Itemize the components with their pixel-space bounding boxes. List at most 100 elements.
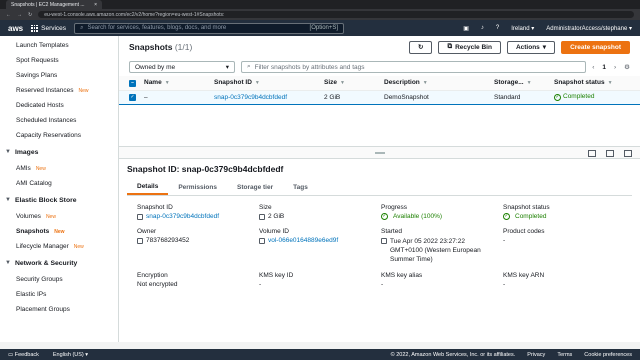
split-side-icon[interactable] (606, 149, 614, 157)
prev-page-icon[interactable]: ‹ (592, 64, 594, 71)
caret-down-icon: ▼ (5, 260, 11, 266)
sidebar-item-reserved-instances[interactable]: Reserved Instances New (0, 83, 118, 98)
create-snapshot-button[interactable]: Create snapshot (561, 40, 630, 54)
sidebar-item-dedicated-hosts[interactable]: Dedicated Hosts (0, 98, 118, 113)
copy-icon[interactable] (259, 214, 265, 220)
table-row[interactable]: ✓ – snap-0c379c9b4dcbfdedf 2 GiB DemoSna… (119, 89, 640, 105)
column-header[interactable]: Snapshot ID ▼ (210, 76, 320, 91)
new-badge: New (78, 87, 89, 94)
caret-down-icon: ▼ (5, 197, 11, 203)
field-size: Size 2 GiB (259, 204, 285, 220)
page-title: Snapshots (1/1) (129, 42, 193, 52)
split-panel-handle[interactable] (119, 147, 640, 159)
column-header[interactable]: Storage... ▼ (490, 76, 550, 91)
sidebar-item-scheduled-instances[interactable]: Scheduled Instances (0, 113, 118, 128)
field-snapshot-id: Snapshot ID snap-0c379c9b4dcbfdedf (137, 204, 220, 220)
sidebar-item-label: Savings Plans (16, 72, 58, 79)
caret-down-icon: ▼ (5, 149, 11, 155)
sidebar-item-security-groups[interactable]: Security Groups (0, 272, 118, 287)
copy-icon[interactable] (381, 238, 387, 244)
account-menu[interactable]: AdministratorAccess/stephane ▾ (546, 25, 632, 32)
sidebar-section-network[interactable]: ▼ Network & Security (0, 254, 118, 272)
sidebar-item-amis[interactable]: AMIs New (0, 161, 118, 176)
sidebar-item-label: Dedicated Hosts (16, 102, 64, 109)
sidebar-item-label: Reserved Instances (16, 87, 74, 94)
row-checkbox[interactable]: ✓ (129, 93, 136, 101)
split-close-icon[interactable] (624, 149, 632, 157)
page-number[interactable]: 1 (602, 64, 606, 71)
services-menu[interactable]: Services (31, 24, 67, 32)
sidebar-item-launch-templates[interactable]: Launch Templates (0, 38, 118, 53)
sidebar-item-label: Spot Requests (16, 57, 59, 64)
filter-input[interactable]: ⌕ Filter snapshots by attributes and tags (241, 61, 587, 73)
new-badge: New (45, 213, 56, 220)
sidebar-item-label: AMIs (16, 165, 31, 172)
sidebar-item-capacity-reservations[interactable]: Capacity Reservations (0, 128, 118, 143)
sidebar-item-ami-catalog[interactable]: AMI Catalog (0, 176, 118, 191)
settings-icon[interactable]: ⚙ (624, 63, 630, 71)
sidebar-section-ebs[interactable]: ▼ Elastic Block Store (0, 191, 118, 209)
owned-by-select[interactable]: Owned by me ▾ (129, 61, 235, 73)
sidebar-item-label: Placement Groups (16, 306, 70, 313)
back-icon[interactable]: ← (6, 12, 11, 18)
sidebar-item-snapshots[interactable]: Snapshots New (0, 224, 118, 239)
field-kms-key-id: KMS key ID - (259, 272, 294, 288)
sidebar-item-volumes[interactable]: Volumes New (0, 209, 118, 224)
cell-storage: Standard (490, 89, 550, 105)
detail-tabs: Details Permissions Storage tier Tags (127, 179, 632, 196)
recycle-bin-button[interactable]: ⧉ Recycle Bin (438, 40, 501, 54)
cloudshell-icon[interactable]: ▣ (463, 25, 469, 32)
sidebar-section-images[interactable]: ▼ Images (0, 143, 118, 161)
chevron-down-icon: ▾ (225, 64, 229, 71)
new-badge: New (54, 228, 65, 235)
sidebar-item-label: Capacity Reservations (16, 132, 82, 139)
sidebar-item-savings-plans[interactable]: Savings Plans (0, 68, 118, 83)
language-selector[interactable]: English (US) ▾ (53, 352, 88, 358)
tab-tags[interactable]: Tags (283, 179, 318, 195)
tab-permissions[interactable]: Permissions (168, 179, 227, 195)
region-selector[interactable]: Ireland ▾ (511, 25, 534, 32)
url-field[interactable]: eu-west-1.console.aws.amazon.com/ec2/v2/… (38, 11, 634, 18)
column-header[interactable]: Description ▼ (380, 76, 490, 91)
drag-handle-icon[interactable] (374, 151, 385, 154)
services-label: Services (41, 24, 67, 32)
feedback-link[interactable]: ▭ Feedback (8, 352, 39, 358)
next-page-icon[interactable]: › (614, 64, 616, 71)
close-icon[interactable]: × (94, 2, 97, 8)
column-header[interactable]: Snapshot status ▼ (550, 76, 640, 91)
terms-link[interactable]: Terms (557, 352, 572, 358)
copy-icon[interactable] (137, 214, 143, 220)
browser-tab[interactable]: Snapshots | EC2 Management ... × (6, 0, 102, 9)
sidebar-item-placement-groups[interactable]: Placement Groups (0, 302, 118, 317)
search-input[interactable]: ⌕ Search for services, features, blogs, … (74, 22, 345, 34)
cell-snapshot-id[interactable]: snap-0c379c9b4dcbfdedf (210, 89, 320, 105)
snapshots-list-panel: Snapshots (1/1) ↻ ⧉ Recycle Bin Actions ▾… (119, 36, 640, 147)
tab-details[interactable]: Details (127, 179, 169, 195)
copyright: © 2022, Amazon Web Services, Inc. or its… (390, 351, 516, 358)
sidebar-item-spot-requests[interactable]: Spot Requests (0, 53, 118, 68)
search-icon: ⌕ (80, 24, 84, 31)
aws-logo[interactable]: aws (8, 24, 23, 33)
check-circle-icon: ✓ (554, 94, 561, 101)
split-bottom-icon[interactable] (588, 149, 596, 157)
privacy-link[interactable]: Privacy (527, 352, 545, 358)
actions-button[interactable]: Actions ▾ (506, 40, 556, 54)
bell-icon[interactable]: ♪ (481, 25, 484, 31)
sidebar-item-lifecycle-manager[interactable]: Lifecycle Manager New (0, 239, 118, 254)
forward-icon[interactable]: → (17, 12, 22, 18)
refresh-button[interactable]: ↻ (408, 40, 433, 54)
tab-storage-tier[interactable]: Storage tier (227, 179, 283, 195)
select-all-checkbox[interactable]: – (129, 79, 136, 87)
help-icon[interactable]: ? (496, 25, 499, 31)
field-kms-key-alias: KMS key alias - (381, 272, 423, 288)
sidebar-item-elastic-ips[interactable]: Elastic IPs (0, 287, 118, 302)
column-header[interactable]: Name ▼ (140, 76, 210, 91)
column-header[interactable]: Size ▼ (320, 76, 380, 91)
reload-icon[interactable]: ↻ (28, 12, 32, 18)
copy-icon[interactable] (259, 238, 265, 244)
search-shortcut: [Option+S] (309, 25, 339, 31)
cookie-link[interactable]: Cookie preferences (584, 352, 632, 358)
copy-icon[interactable] (137, 238, 143, 244)
refresh-icon: ↻ (417, 44, 424, 51)
field-started: Started Tue Apr 05 2022 23:27:22 GMT+010… (381, 228, 481, 263)
